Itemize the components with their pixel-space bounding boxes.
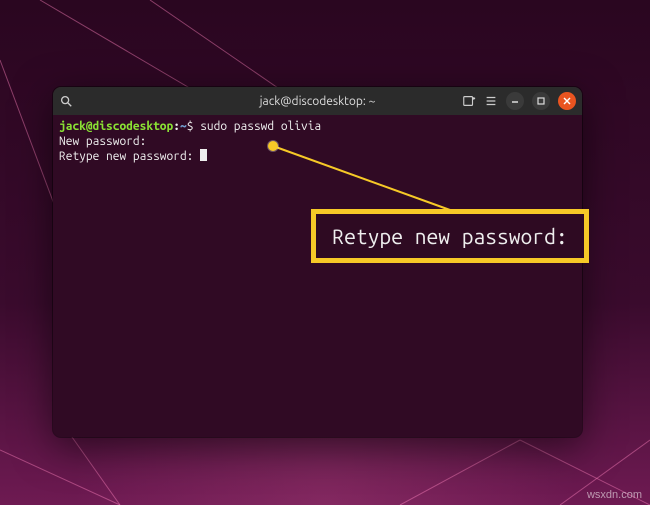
callout-box: Retype new password:	[311, 209, 589, 263]
search-icon[interactable]	[59, 94, 73, 108]
callout-dot	[268, 141, 278, 151]
prompt-sep: :	[173, 120, 180, 133]
minimize-button[interactable]	[506, 92, 524, 110]
titlebar[interactable]: jack@discodesktop: ~	[53, 87, 582, 115]
prompt-symbol: $	[187, 120, 194, 133]
new-tab-icon[interactable]	[462, 94, 476, 108]
maximize-button[interactable]	[532, 92, 550, 110]
output-line-2: Retype new password:	[59, 150, 200, 163]
close-button[interactable]	[558, 92, 576, 110]
output-line-1: New password:	[59, 135, 146, 148]
cursor	[200, 149, 207, 161]
command-text: sudo passwd olivia	[200, 120, 321, 133]
menu-icon[interactable]	[484, 94, 498, 108]
terminal-body[interactable]: jack@discodesktop:~$ sudo passwd olivia …	[53, 115, 582, 437]
prompt-userhost: jack@discodesktop	[59, 120, 173, 133]
prompt-path: ~	[180, 120, 187, 133]
watermark: wsxdn.com	[587, 489, 642, 501]
callout-text: Retype new password:	[332, 224, 567, 248]
